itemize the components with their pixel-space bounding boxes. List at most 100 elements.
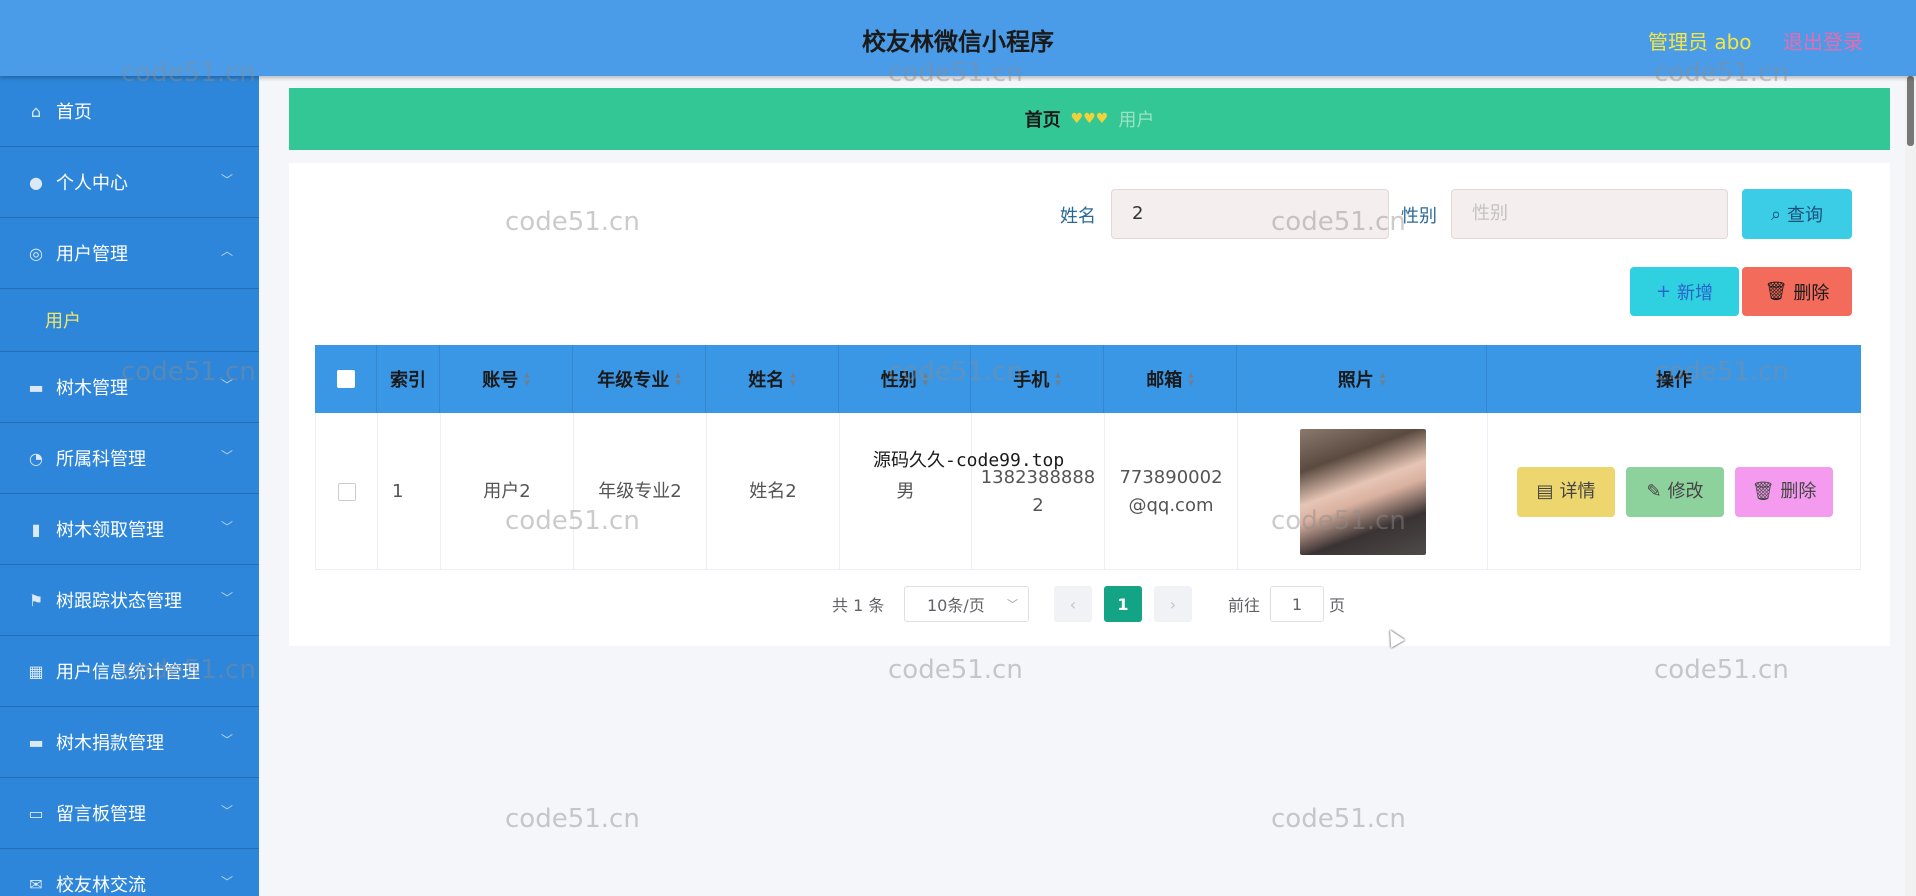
monitor-icon: ▬ [28,732,44,752]
cell-email: 773890002 @qq.com [1105,413,1238,570]
table-header: 索引 账号 ▴ ▾ 年级专业 ▴ ▾ 姓名 ▴ ▾ 性别 ▴ ▾ 手机 ▴ ▾ 邮箱 ▴ ▾ 照片 ▴ ▾ … [315,345,1861,413]
sort-icon: ▴ ▾ [1188,368,1194,389]
row-delete-button[interactable]: 🗑 删除 [1735,466,1833,517]
goto-prefix: 前往 [1228,596,1261,615]
chevron-down-icon: ﹀ [220,449,233,463]
app-title: 校友林微信小程序 [862,28,1054,56]
page-size-select[interactable]: 10条/页 ﹀ [904,586,1029,622]
watermark: code51.cn [505,804,640,834]
home-icon: ⌂ [30,101,42,121]
chevron-up-icon: ︿ [220,244,233,258]
row-select-cell [316,413,378,570]
sidebar-item-label: 所属科管理 [56,449,146,470]
heart-separator-icon: ♥♥♥ [1070,111,1109,127]
chevron-down-icon: ﹀ [1007,598,1018,611]
sidebar-item-donation[interactable]: ▬ 树木捐款管理 ﹀ [0,707,259,778]
compass-icon: ◔ [29,448,43,468]
sidebar-item-profile[interactable]: ● 个人中心 ﹀ [0,147,259,218]
sort-icon: ▴ ▾ [1379,368,1386,389]
goto-page-input[interactable]: 1 [1270,586,1324,622]
sort-icon: ▴ ▾ [675,368,681,389]
column-header-actions: 操作 [1656,370,1692,391]
chevron-down-icon: ﹀ [220,378,233,392]
sidebar: ⌂ 首页 ● 个人中心 ﹀ ◎ 用户管理 ︿ 用户 ▬ 树木管理 ﹀ ◔ 所属科… [0,76,259,896]
top-header: 校友林微信小程序 管理员 abo 退出登录 [0,0,1916,76]
query-button[interactable]: ⌕ 查询 [1742,189,1852,239]
sidebar-item-label: 留言板管理 [56,804,146,825]
column-header-gender[interactable]: 性别 ▴ ▾ [839,345,971,413]
overlay-watermark: 源码久久-code99.top [873,450,1065,471]
sidebar-item-user-stats[interactable]: ▦ 用户信息统计管理 [0,636,259,707]
batch-delete-button[interactable]: 🗑 删除 [1742,267,1852,316]
watermark: code51.cn [888,655,1023,685]
select-all-checkbox[interactable] [336,370,355,388]
sidebar-item-user-management[interactable]: ◎ 用户管理 ︿ [0,218,259,289]
column-header-index: 索引 [377,345,440,413]
sidebar-item-family-management[interactable]: ◔ 所属科管理 ﹀ [0,423,259,494]
breadcrumb-home[interactable]: 首页 [1025,106,1061,132]
sidebar-item-exchange[interactable]: ✉ 校友林交流 ﹀ [0,849,259,896]
sort-icon: ▴ ▾ [922,368,929,389]
watermark: code51.cn [1271,804,1406,834]
cell-actions: ▤ 详情 ✎ 修改 🗑 删除 [1488,413,1862,570]
cell-account: 用户2 [441,413,574,570]
sort-icon: ▴ ▾ [790,368,796,389]
sidebar-item-tree-tracking[interactable]: ⚑ 树跟踪状态管理 ﹀ [0,565,259,636]
chart-icon: ▮ [31,519,41,539]
admin-user-label: 管理员 abo [1648,30,1752,54]
chevron-right-icon: › [1169,594,1177,614]
sort-icon: ▴ ▾ [524,368,530,389]
select-all-cell [315,345,377,413]
sidebar-item-label: 个人中心 [56,173,128,194]
add-button[interactable]: + 新增 [1630,267,1739,316]
scrollbar-thumb[interactable] [1907,76,1914,146]
breadcrumb-current: 用户 [1118,110,1155,131]
row-delete-button-label: 删除 [1780,480,1817,502]
mail-icon: ✉ [29,874,43,894]
cell-major: 年级专业2 [574,413,707,570]
sidebar-item-home[interactable]: ⌂ 首页 [0,76,259,147]
trash-icon: 🗑 [1751,480,1775,502]
column-header-email[interactable]: 邮箱 ▴ ▾ [1104,345,1237,413]
email-line: 773890002 [1119,466,1223,488]
page-size-value: 10条/页 [927,596,985,615]
sidebar-item-tree-claim[interactable]: ▮ 树木领取管理 ﹀ [0,494,259,565]
sidebar-item-label: 用户管理 [56,244,128,265]
chevron-left-icon: ‹ [1069,594,1077,614]
user-icon: ● [29,172,43,192]
cell-name: 姓名2 [707,413,840,570]
user-photo[interactable] [1299,428,1426,555]
breadcrumb: 首页 ♥♥♥ 用户 [289,88,1890,150]
chevron-down-icon: ﹀ [220,520,233,534]
next-page-button[interactable]: › [1154,586,1192,622]
row-checkbox[interactable] [337,482,356,501]
column-header-account[interactable]: 账号 ▴ ▾ [440,345,573,413]
prev-page-button[interactable]: ‹ [1054,586,1092,622]
gender-input[interactable]: 性别 [1451,189,1728,239]
logout-link[interactable]: 退出登录 [1783,26,1863,55]
column-header-photo[interactable]: 照片 ▴ ▾ [1237,345,1487,413]
cell-phone: 1382388888 2 [972,413,1105,570]
detail-button[interactable]: ▤ 详情 [1517,466,1615,517]
grid-icon: ▦ [28,661,44,681]
cell-photo [1238,413,1488,570]
chevron-down-icon: ﹀ [220,173,233,187]
column-header-phone[interactable]: 手机 ▴ ▾ [971,345,1104,413]
sidebar-item-label: 树跟踪状态管理 [56,591,182,612]
sidebar-item-message-board[interactable]: ▭ 留言板管理 ﹀ [0,778,259,849]
chevron-down-icon: ﹀ [220,591,233,605]
sidebar-subitem-users[interactable]: 用户 [0,289,259,352]
document-icon: ▤ [1536,480,1554,502]
page-number-button[interactable]: 1 [1104,586,1142,622]
name-input[interactable]: 2 [1111,189,1389,239]
sidebar-item-tree-management[interactable]: ▬ 树木管理 ﹀ [0,352,259,423]
column-header-name[interactable]: 姓名 ▴ ▾ [706,345,839,413]
chevron-down-icon: ﹀ [220,733,233,747]
vertical-scrollbar[interactable] [1905,76,1916,896]
sidebar-item-label: 校友林交流 [56,875,146,896]
chevron-down-icon: ﹀ [220,875,233,889]
edit-button[interactable]: ✎ 修改 [1626,466,1724,517]
email-line: @qq.com [1128,494,1214,516]
detail-button-label: 详情 [1559,480,1596,502]
column-header-major[interactable]: 年级专业 ▴ ▾ [573,345,706,413]
